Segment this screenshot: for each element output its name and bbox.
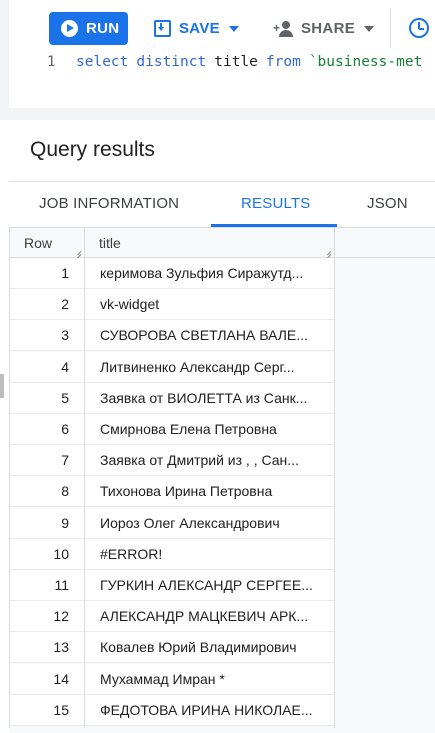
row-title-cell[interactable]: ГУРКИН АЛЕКСАНДР СЕРГЕЕ...: [100, 577, 326, 593]
row-title-cell[interactable]: Мухаммад Имран *: [100, 671, 326, 687]
row-title-cell[interactable]: Заявка от ВИОЛЕТТА из Санк...: [100, 390, 326, 406]
row-title-cell[interactable]: АЛЕКСАНДР МАЦКЕВИЧ АРК...: [100, 608, 326, 624]
column-header-title: title: [99, 235, 121, 251]
save-label: SAVE: [179, 20, 220, 37]
row-number: 3: [61, 327, 69, 344]
table-row[interactable]: 10 #ERROR!: [9, 538, 334, 570]
table-row[interactable]: 7 Заявка от Дмитрий из , , Сан...: [9, 445, 334, 477]
save-icon: [154, 20, 171, 37]
results-title: Query results: [30, 138, 155, 161]
row-title-cell[interactable]: Заявка от Дмитрий из , , Сан...: [100, 452, 326, 468]
table-row[interactable]: 15 ФЕДОТОВА ИРИНА НИКОЛАЕ...: [9, 694, 334, 726]
row-number: 9: [61, 514, 69, 531]
line-gutter: 1: [9, 54, 76, 94]
tab-results[interactable]: RESULTS: [241, 195, 310, 212]
row-number: 10: [53, 545, 69, 562]
share-label: SHARE: [301, 20, 356, 37]
column-resize-handle[interactable]: [323, 248, 331, 256]
table-row[interactable]: 12 АЛЕКСАНДР МАЦКЕВИЧ АРК...: [9, 601, 334, 633]
chevron-down-icon: [228, 25, 239, 32]
table-row[interactable]: 5 Заявка от ВИОЛЕТТА из Санк...: [9, 382, 334, 414]
line-number: 1: [47, 54, 56, 70]
table-row[interactable]: 6 Смирнова Елена Петровна: [9, 414, 334, 445]
row-number: 2: [61, 296, 69, 313]
table-row[interactable]: 1 керимова Зульфия Сиражутд...: [9, 258, 334, 289]
chevron-down-icon: [364, 25, 375, 32]
table-row[interactable]: 8 Тихонова Ирина Петровна: [9, 476, 334, 508]
column-resize-handle[interactable]: [73, 248, 81, 256]
row-title-cell[interactable]: СУВОРОВА СВЕТЛАНА ВАЛЕ...: [100, 327, 326, 343]
row-title-cell[interactable]: Литвиненко Александр Серг...: [100, 359, 326, 375]
panel-splitter[interactable]: [0, 108, 435, 120]
keyword-distinct: distinct: [136, 54, 207, 70]
run-label: RUN: [86, 20, 120, 37]
table-row[interactable]: 4 Литвиненко Александр Серг...: [9, 351, 334, 383]
column-divider: [334, 228, 335, 728]
table-row[interactable]: 3 СУВОРОВА СВЕТЛАНА ВАЛЕ...: [9, 320, 334, 352]
row-number: 14: [53, 670, 69, 687]
column-divider: [84, 228, 85, 728]
row-title-cell[interactable]: Иороз Олег Александрович: [100, 515, 326, 531]
run-button[interactable]: RUN: [49, 12, 128, 45]
row-title-cell[interactable]: керимова Зульфия Сиражутд...: [100, 265, 326, 281]
table-row[interactable]: 9 Иороз Олег Александрович: [9, 507, 334, 539]
row-number: 4: [61, 358, 69, 375]
row-number: 1: [61, 265, 69, 281]
tab-job-information[interactable]: JOB INFORMATION: [39, 195, 179, 212]
keyword-from: from: [265, 54, 301, 70]
tab-json[interactable]: JSON: [367, 195, 408, 212]
column-divider: [9, 228, 10, 728]
row-number: 13: [53, 639, 69, 656]
active-tab-indicator: [211, 224, 337, 227]
row-title-cell[interactable]: Тихонова Ирина Петровна: [100, 483, 326, 499]
row-title-cell[interactable]: vk-widget: [100, 296, 326, 312]
add-person-icon: +: [273, 20, 296, 37]
code-line[interactable]: select distinct title from `business-met: [76, 54, 422, 70]
row-number: 5: [61, 389, 69, 406]
column-header-row: Row: [24, 235, 53, 251]
drag-handle[interactable]: [0, 374, 4, 398]
toolbar-divider: [390, 8, 391, 48]
table-row[interactable]: 13 Ковалев Юрий Владимирович: [9, 632, 334, 664]
table-row[interactable]: 14 Мухаммад Имран *: [9, 663, 334, 695]
row-title-cell[interactable]: #ERROR!: [100, 546, 326, 562]
keyword-select: select: [76, 54, 129, 70]
row-title-cell[interactable]: Смирнова Елена Петровна: [100, 421, 326, 437]
row-number: 7: [61, 452, 69, 469]
row-number: 8: [61, 483, 69, 500]
table-name: `business-met: [308, 54, 423, 70]
row-number: 6: [61, 421, 69, 437]
play-circle-icon: [61, 20, 78, 37]
row-number: 15: [53, 701, 69, 718]
save-button[interactable]: SAVE: [154, 12, 239, 45]
row-number: 12: [53, 608, 69, 625]
row-number: 11: [54, 577, 69, 593]
table-row[interactable]: 2 vk-widget: [9, 289, 334, 321]
row-title-cell[interactable]: Ковалев Юрий Владимирович: [100, 639, 326, 655]
row-title-cell[interactable]: ФЕДОТОВА ИРИНА НИКОЛАЕ...: [100, 702, 326, 718]
clock-icon[interactable]: [409, 18, 429, 38]
field-name: title: [214, 54, 258, 70]
table-row[interactable]: 11 ГУРКИН АЛЕКСАНДР СЕРГЕЕ...: [9, 570, 334, 601]
share-button[interactable]: + SHARE: [273, 12, 375, 45]
editor-side-strip: [0, 0, 9, 120]
